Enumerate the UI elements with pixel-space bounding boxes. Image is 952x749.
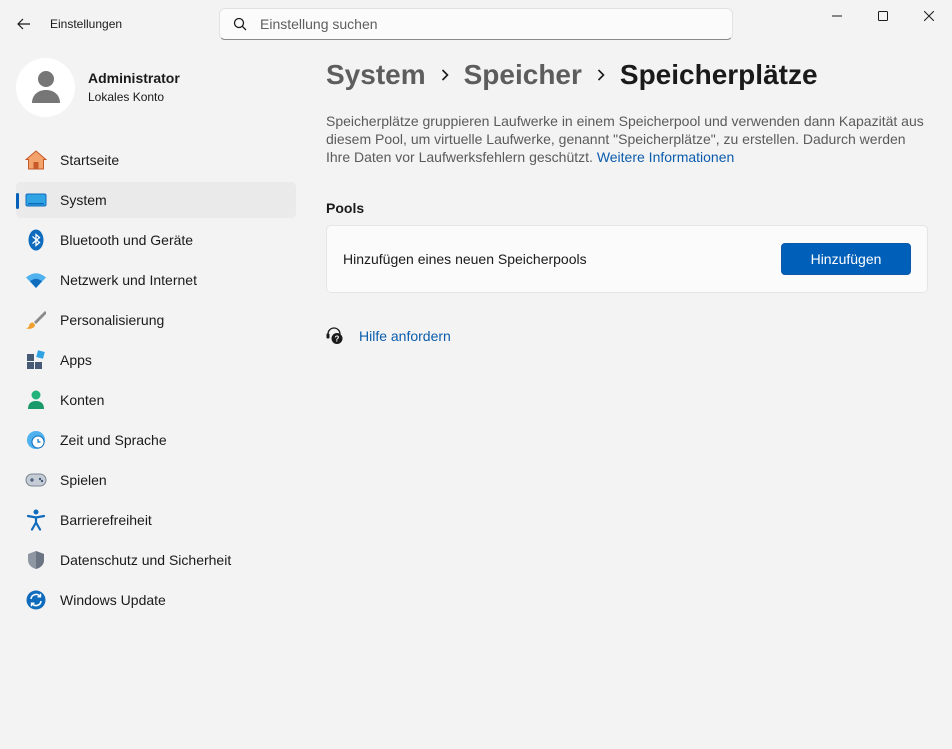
maximize-icon (878, 11, 888, 21)
shield-icon (25, 549, 47, 571)
svg-text:?: ? (335, 335, 340, 344)
minimize-icon (832, 15, 842, 17)
update-icon (25, 589, 47, 611)
help-link-row[interactable]: ? Hilfe anfordern (326, 327, 928, 345)
sidebar-item-barrierefreiheit[interactable]: Barrierefreiheit (16, 502, 296, 538)
sidebar-item-spielen[interactable]: Spielen (16, 462, 296, 498)
learn-more-link[interactable]: Weitere Informationen (597, 149, 734, 165)
profile-account-type: Lokales Konto (88, 90, 165, 104)
close-icon (924, 11, 934, 21)
add-pool-card: Hinzufügen eines neuen Speicherpools Hin… (326, 225, 928, 293)
wifi-icon (25, 269, 47, 291)
sidebar-item-system[interactable]: System (16, 182, 296, 218)
help-link[interactable]: Hilfe anfordern (359, 328, 451, 344)
sidebar-item-startseite[interactable]: Startseite (16, 142, 296, 178)
back-button[interactable] (10, 12, 38, 36)
search-icon (220, 17, 260, 31)
close-button[interactable] (906, 0, 952, 32)
sidebar-item-datenschutz[interactable]: Datenschutz und Sicherheit (16, 542, 296, 578)
clock-globe-icon (25, 429, 47, 451)
chevron-right-icon (441, 69, 449, 81)
home-icon (25, 149, 47, 171)
user-avatar-icon (31, 71, 60, 103)
sidebar-item-bluetooth[interactable]: Bluetooth und Geräte (16, 222, 296, 258)
avatar (16, 57, 75, 117)
sidebar-item-apps[interactable]: Apps (16, 342, 296, 378)
maximize-button[interactable] (860, 0, 906, 32)
arrow-left-icon (17, 18, 30, 30)
profile-name: Administrator (88, 70, 180, 86)
system-icon (25, 189, 47, 211)
sidebar-nav: Startseite System Bluetooth und Geräte N… (16, 142, 296, 622)
app-title: Einstellungen (50, 17, 123, 31)
search-input[interactable] (260, 16, 700, 32)
apps-icon (25, 349, 47, 371)
add-pool-label: Hinzufügen eines neuen Speicherpools (343, 251, 587, 267)
breadcrumb-speicher[interactable]: Speicher (464, 59, 582, 91)
breadcrumb: System Speicher Speicherplätze (326, 56, 928, 94)
sidebar-item-zeit[interactable]: Zeit und Sprache (16, 422, 296, 458)
sidebar-item-windows-update[interactable]: Windows Update (16, 582, 296, 618)
user-profile[interactable]: Administrator Lokales Konto (16, 57, 180, 117)
add-pool-button[interactable]: Hinzufügen (781, 243, 911, 275)
minimize-button[interactable] (814, 0, 860, 32)
sidebar-item-netzwerk[interactable]: Netzwerk und Internet (16, 262, 296, 298)
main-content: System Speicher Speicherplätze Speicherp… (326, 56, 928, 345)
search-box[interactable] (219, 8, 733, 40)
page-title: Speicherplätze (619, 59, 818, 90)
chevron-right-icon (597, 69, 605, 81)
brush-icon (25, 309, 47, 331)
help-icon: ? (326, 327, 343, 344)
sidebar-item-personalisierung[interactable]: Personalisierung (16, 302, 296, 338)
title-bar: Einstellungen (0, 0, 952, 48)
page-description: Speicherplätze gruppieren Laufwerke in e… (326, 112, 928, 166)
breadcrumb-system[interactable]: System (326, 59, 426, 91)
pools-heading: Pools (326, 200, 365, 216)
account-icon (25, 389, 47, 411)
bluetooth-icon (25, 229, 47, 251)
gamepad-icon (25, 469, 47, 491)
accessibility-icon (25, 509, 47, 531)
sidebar-item-konten[interactable]: Konten (16, 382, 296, 418)
